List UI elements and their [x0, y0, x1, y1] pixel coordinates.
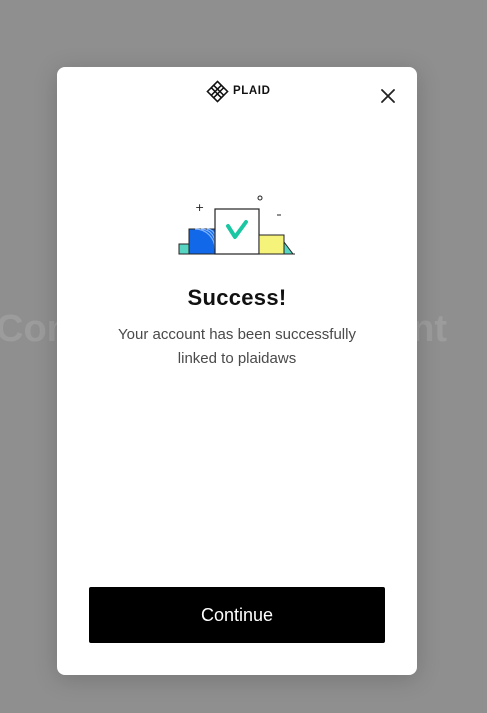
- success-message: Your account has been successfully linke…: [118, 326, 356, 367]
- svg-text:+: +: [195, 201, 204, 214]
- success-checkmark-illustration: +: [178, 195, 295, 255]
- continue-button[interactable]: Continue: [89, 587, 385, 643]
- plaid-logo: PLAID: [206, 79, 271, 103]
- success-modal: PLAID + Success! Your account has been s…: [57, 67, 417, 675]
- brand-name: PLAID: [233, 85, 271, 97]
- close-button[interactable]: [377, 85, 399, 107]
- plaid-logo-icon: [206, 79, 229, 103]
- success-title: Success!: [187, 285, 287, 310]
- close-icon: [381, 89, 395, 103]
